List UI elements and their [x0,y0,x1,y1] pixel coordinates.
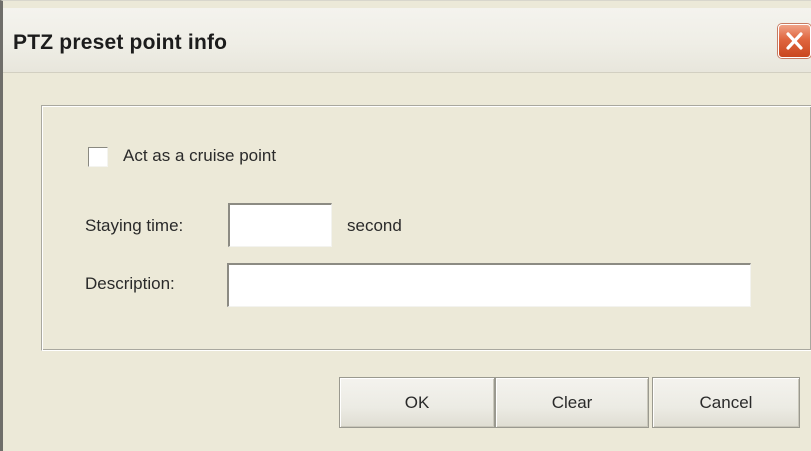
clear-button[interactable]: Clear [495,377,649,428]
description-input[interactable] [227,263,751,307]
cancel-button[interactable]: Cancel [652,377,800,428]
staying-time-label: Staying time: [85,216,184,235]
cruise-point-checkbox[interactable] [88,147,108,167]
title-bar[interactable]: PTZ preset point info [3,8,811,73]
staying-time-input[interactable] [228,203,332,247]
dialog-window: PTZ preset point info Act as a cruise po… [0,0,811,451]
cruise-point-label[interactable]: Act as a cruise point [123,146,276,166]
ok-button[interactable]: OK [339,377,495,428]
dialog-title: PTZ preset point info [13,31,228,54]
close-x-icon [786,32,803,50]
staying-time-unit: second [347,216,402,235]
close-button[interactable] [778,24,811,58]
description-label: Description: [85,274,175,293]
